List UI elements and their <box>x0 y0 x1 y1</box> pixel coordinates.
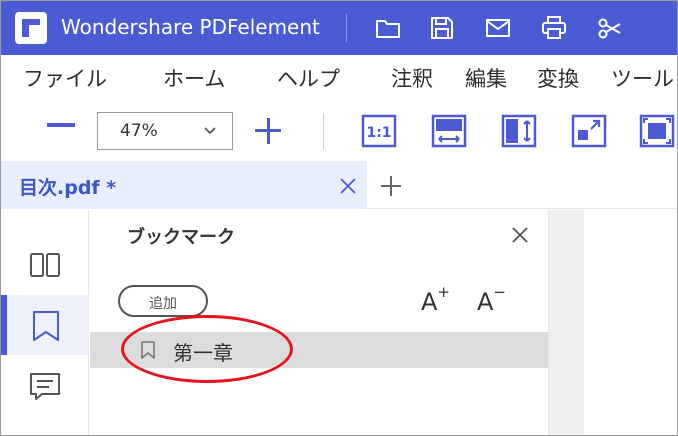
menu-home[interactable]: ホーム <box>163 63 225 93</box>
menu-help[interactable]: ヘルプ <box>277 63 340 93</box>
increase-font-button[interactable]: A+ <box>421 283 450 316</box>
zoom-value: 47% <box>120 121 158 141</box>
decrease-font-letter: A <box>477 288 494 316</box>
menu-bar: ファイル ホーム ヘルプ 注釈 編集 変換 ツール <box>1 55 677 97</box>
menu-edit[interactable]: 編集 <box>465 63 507 93</box>
app-window: Wondershare PDFelement ファイル ホーム ヘルプ 注釈 編… <box>0 0 678 436</box>
comment-icon[interactable] <box>28 369 62 403</box>
zoom-select[interactable]: 47% <box>97 112 233 150</box>
decrease-font-symbol: − <box>493 283 506 301</box>
fit-height-icon[interactable] <box>501 113 537 149</box>
sidebar-active-indicator <box>1 295 7 355</box>
bookmark-icon[interactable] <box>29 309 63 343</box>
add-bookmark-label: 追加 <box>149 296 177 312</box>
title-bar: Wondershare PDFelement <box>1 1 677 55</box>
svg-text:1:1: 1:1 <box>366 125 391 141</box>
increase-font-symbol: + <box>437 283 450 301</box>
print-icon[interactable] <box>541 15 567 41</box>
menu-annotate[interactable]: 注釈 <box>391 63 433 93</box>
menu-convert[interactable]: 変換 <box>537 63 579 93</box>
tab-title: 目次.pdf * <box>19 177 117 199</box>
panel-title: ブックマーク <box>127 227 235 248</box>
tab-document[interactable]: 目次.pdf * <box>1 161 367 209</box>
thumbnails-icon[interactable] <box>28 249 62 283</box>
scissors-icon[interactable] <box>597 15 623 41</box>
zoom-in-button-vertical[interactable] <box>266 118 270 144</box>
actual-size-icon[interactable]: 1:1 <box>361 113 397 149</box>
zoom-out-button[interactable] <box>47 123 75 127</box>
increase-font-letter: A <box>421 288 438 316</box>
add-bookmark-button[interactable]: 追加 <box>118 285 208 317</box>
menu-file[interactable]: ファイル <box>23 63 107 93</box>
document-gutter <box>548 210 584 435</box>
folder-icon[interactable] <box>375 15 401 41</box>
chevron-down-icon <box>204 127 216 135</box>
full-screen-icon[interactable] <box>639 113 675 149</box>
fit-width-icon[interactable] <box>431 113 467 149</box>
annotation-highlight-circle <box>121 315 293 383</box>
mail-icon[interactable] <box>485 15 511 41</box>
pdfelement-logo-icon <box>15 12 47 44</box>
close-panel-icon[interactable] <box>511 226 529 244</box>
close-tab-icon[interactable] <box>339 177 357 195</box>
titlebar-divider <box>346 14 347 42</box>
menu-tools[interactable]: ツール <box>611 63 674 93</box>
document-view[interactable] <box>584 210 677 435</box>
save-icon[interactable] <box>429 15 455 41</box>
fit-page-icon[interactable] <box>571 113 607 149</box>
app-title: Wondershare PDFelement <box>61 15 320 39</box>
new-tab-icon[interactable] <box>379 174 403 198</box>
decrease-font-button[interactable]: A− <box>477 283 506 316</box>
toolbar-divider <box>323 113 324 149</box>
